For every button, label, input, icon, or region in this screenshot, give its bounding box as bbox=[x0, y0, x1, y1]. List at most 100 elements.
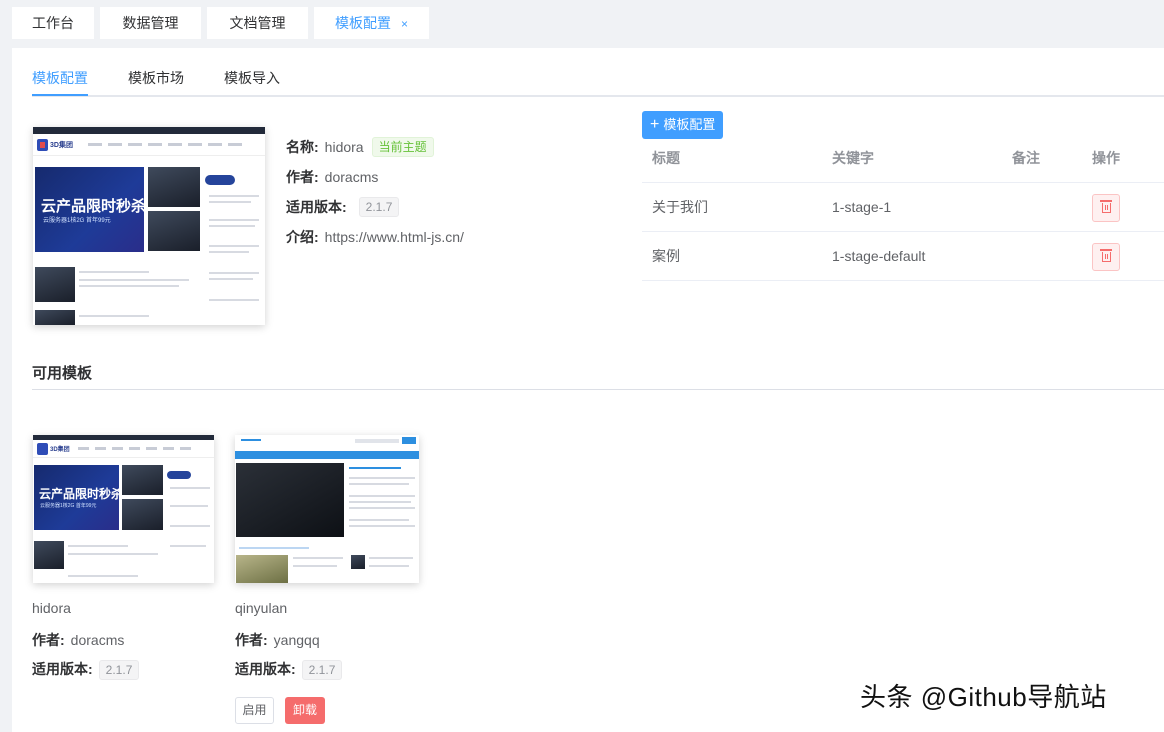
mini-image bbox=[34, 541, 64, 569]
subtab-template-config[interactable]: 模板配置 bbox=[32, 68, 88, 88]
version-label: 适用版本: bbox=[286, 199, 347, 215]
theme-intro-row: 介绍: https://www.html-js.cn/ bbox=[286, 222, 464, 252]
mini-text-line bbox=[79, 315, 149, 317]
mini-text-line bbox=[349, 507, 415, 509]
current-theme-info: 名称: hidora 当前主题 作者: doracms 适用版本: 2.1.7 … bbox=[286, 132, 464, 252]
mini-nav bbox=[235, 451, 419, 459]
mini-nav-item bbox=[163, 447, 174, 450]
mini-banner: 云产品限时秒杀 云服务器1核2G 首年99元 bbox=[35, 167, 147, 252]
mini-nav-item bbox=[108, 143, 122, 146]
mini-text-line bbox=[349, 483, 409, 485]
mini-text-line bbox=[209, 201, 251, 203]
available-templates-title: 可用模板 bbox=[32, 365, 93, 382]
mini-banner-title: 云产品限时秒杀 bbox=[39, 487, 124, 501]
mini-logo-icon bbox=[37, 443, 48, 455]
tab-data-management[interactable]: 数据管理 bbox=[100, 7, 201, 39]
mini-text-line bbox=[209, 219, 259, 221]
mini-text-line bbox=[369, 565, 409, 567]
mini-banner: 云产品限时秒杀 云服务器1核2G 首年99元 bbox=[34, 465, 123, 530]
tab-label: 模板配置 bbox=[334, 15, 391, 31]
mini-nav-item bbox=[129, 447, 140, 450]
trash-icon bbox=[1100, 249, 1112, 262]
mini-banner-title: 云产品限时秒杀 bbox=[41, 198, 147, 215]
template-thumbnail-hidora[interactable]: 3D集团 云产品限时秒杀 云服务器1核2G 首年99元 bbox=[33, 435, 214, 583]
mini-topbar bbox=[33, 127, 265, 134]
mini-nav-item bbox=[88, 143, 102, 146]
card-author: yangqq bbox=[273, 632, 320, 648]
mini-image bbox=[148, 167, 200, 207]
version-badge: 2.1.7 bbox=[301, 660, 343, 680]
mini-nav-item bbox=[146, 447, 157, 450]
mini-text-line bbox=[209, 272, 259, 274]
close-icon[interactable]: × bbox=[401, 17, 408, 31]
mini-text-line bbox=[170, 525, 210, 527]
card-version-row: 适用版本: 2.1.7 bbox=[32, 659, 140, 680]
mini-text-line bbox=[349, 467, 401, 469]
version-badge: 2.1.7 bbox=[358, 197, 400, 217]
mini-logo-mark-icon bbox=[40, 142, 45, 148]
mini-text-line bbox=[170, 545, 206, 547]
mini-image bbox=[148, 211, 200, 251]
mini-nav: 3D集团 bbox=[33, 134, 265, 156]
mini-nav-item bbox=[208, 143, 222, 146]
column-header-keyword: 关键字 bbox=[832, 150, 874, 166]
mini-nav-item bbox=[112, 447, 123, 450]
mini-text-line bbox=[209, 299, 259, 301]
mini-image bbox=[236, 555, 288, 583]
mini-text-line bbox=[369, 557, 413, 559]
enable-button[interactable]: 启用 bbox=[235, 697, 274, 724]
mini-logo-text: 3D集团 bbox=[50, 447, 70, 453]
mini-image bbox=[122, 465, 163, 495]
mini-logo-icon bbox=[241, 439, 261, 441]
delete-button[interactable] bbox=[1092, 194, 1120, 222]
mini-nav-item bbox=[128, 143, 142, 146]
tab-template-config[interactable]: 模板配置 × bbox=[314, 7, 429, 39]
subtab-template-import[interactable]: 模板导入 bbox=[224, 68, 280, 88]
tab-label: 工作台 bbox=[32, 15, 74, 31]
mini-search-input bbox=[355, 439, 399, 443]
card-author-row: 作者: doracms bbox=[32, 630, 124, 650]
theme-version-row: 适用版本: 2.1.7 bbox=[286, 192, 464, 222]
template-thumbnail-qinyulan[interactable] bbox=[235, 435, 419, 583]
mini-text-line bbox=[68, 545, 128, 547]
column-header-action: 操作 bbox=[1092, 150, 1120, 166]
mini-image bbox=[351, 555, 365, 569]
row-title: 案例 bbox=[652, 248, 680, 264]
tab-workbench[interactable]: 工作台 bbox=[12, 7, 94, 39]
mini-banner-subtitle: 云服务器1核2G 首年99元 bbox=[40, 503, 97, 509]
mini-button bbox=[205, 175, 235, 185]
card-name: hidora bbox=[32, 600, 71, 616]
mini-nav-item bbox=[148, 143, 162, 146]
card-author-row: 作者: yangqq bbox=[235, 630, 320, 650]
mini-text-line bbox=[79, 271, 149, 273]
mini-text-line bbox=[349, 519, 409, 521]
tab-document-management[interactable]: 文档管理 bbox=[207, 7, 308, 39]
mini-text-line bbox=[349, 495, 415, 497]
current-theme-thumbnail: 3D集团 云产品限时秒杀 云服务器1核2G 首年99元 bbox=[33, 127, 265, 325]
row-keyword: 1-stage-default bbox=[832, 248, 926, 264]
mini-tab-line bbox=[239, 547, 309, 549]
add-template-config-button[interactable]: + 模板配置 bbox=[642, 111, 724, 139]
tab-label: 文档管理 bbox=[229, 15, 286, 31]
row-keyword: 1-stage-1 bbox=[832, 199, 892, 215]
active-tab-indicator bbox=[32, 94, 88, 96]
current-theme-badge: 当前主题 bbox=[371, 137, 434, 157]
theme-name: hidora bbox=[324, 139, 364, 155]
mini-image bbox=[35, 267, 75, 302]
delete-button[interactable] bbox=[1092, 243, 1120, 271]
author-label: 作者: bbox=[286, 169, 319, 185]
mini-nav: 3D集团 bbox=[33, 440, 214, 458]
version-badge: 2.1.7 bbox=[98, 660, 140, 680]
mini-text-line bbox=[209, 278, 253, 280]
mini-text-line bbox=[209, 245, 259, 247]
card-author: doracms bbox=[70, 632, 125, 648]
uninstall-button[interactable]: 卸载 bbox=[285, 697, 325, 724]
subtab-template-market[interactable]: 模板市场 bbox=[128, 68, 184, 88]
table-row: 案例 1-stage-default bbox=[642, 232, 1164, 281]
mini-text-line bbox=[293, 565, 337, 567]
row-title: 关于我们 bbox=[652, 199, 708, 215]
mini-text-line bbox=[349, 501, 411, 503]
mini-text-line bbox=[209, 225, 255, 227]
mini-text-line bbox=[209, 195, 259, 197]
plus-icon: + bbox=[650, 116, 660, 133]
